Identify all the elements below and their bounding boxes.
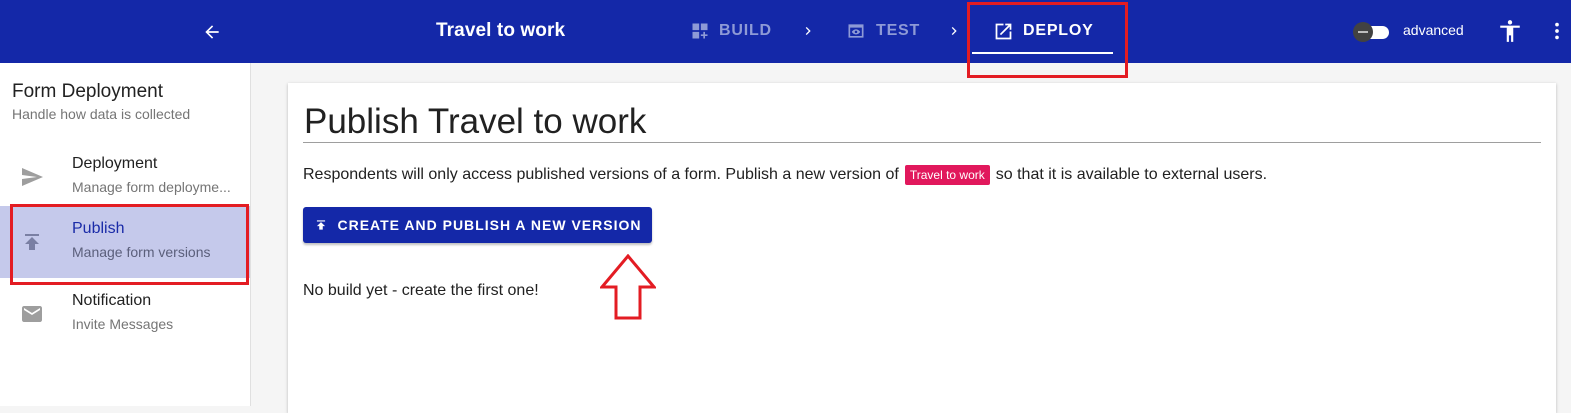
sidebar-item-label: Deployment — [72, 155, 158, 172]
send-icon — [22, 168, 43, 186]
tab-build-label: BUILD — [719, 22, 772, 39]
sidebar-title: Form Deployment — [12, 81, 163, 102]
advanced-toggle[interactable] — [1353, 22, 1389, 42]
empty-state-text: No build yet - create the first one! — [303, 282, 539, 299]
advanced-label: advanced — [1403, 22, 1464, 38]
page-title: Publish Travel to work — [304, 102, 647, 141]
sidebar-item-deployment[interactable]: Deployment Manage form deployme... — [0, 141, 250, 213]
back-arrow-icon[interactable] — [198, 18, 226, 46]
accessibility-icon[interactable] — [1497, 18, 1523, 44]
highlight-box-publish-item — [10, 204, 249, 285]
publish-card: Publish Travel to work Respondents will … — [288, 83, 1556, 413]
chevron-right-icon — [951, 27, 957, 35]
intro-text-after: so that it is available to external user… — [995, 166, 1268, 183]
highlight-box-deploy-tab — [967, 2, 1128, 78]
dashboard-add-icon — [692, 23, 708, 39]
up-arrow-annotation-icon — [600, 254, 656, 320]
sidebar-item-desc: Invite Messages — [72, 316, 174, 332]
publish-intro: Respondents will only access published v… — [303, 165, 1267, 185]
title-divider — [303, 142, 1541, 143]
publish-button-label: CREATE AND PUBLISH A NEW VERSION — [337, 217, 642, 233]
more-vert-icon[interactable] — [1552, 20, 1562, 42]
mail-icon — [22, 306, 42, 322]
tab-test[interactable]: TEST — [845, 18, 920, 44]
chevron-right-icon — [805, 27, 811, 35]
tab-build[interactable]: BUILD — [690, 18, 772, 44]
sidebar-item-notification[interactable]: Notification Invite Messages — [0, 278, 250, 350]
form-name-chip: Travel to work — [904, 165, 990, 185]
publish-icon — [316, 220, 325, 230]
form-title: Travel to work — [436, 20, 566, 41]
preview-eye-icon — [848, 24, 864, 38]
create-and-publish-button[interactable]: CREATE AND PUBLISH A NEW VERSION — [303, 207, 652, 243]
sidebar-item-desc: Manage form deployme... — [72, 179, 231, 195]
intro-text-before: Respondents will only access published v… — [303, 166, 899, 183]
top-app-bar: Travel to work BUILD TEST DEPLOY advance… — [0, 0, 1571, 63]
tab-test-label: TEST — [876, 22, 921, 39]
sidebar-item-label: Notification — [72, 292, 152, 309]
sidebar-subtitle: Handle how data is collected — [12, 106, 191, 122]
